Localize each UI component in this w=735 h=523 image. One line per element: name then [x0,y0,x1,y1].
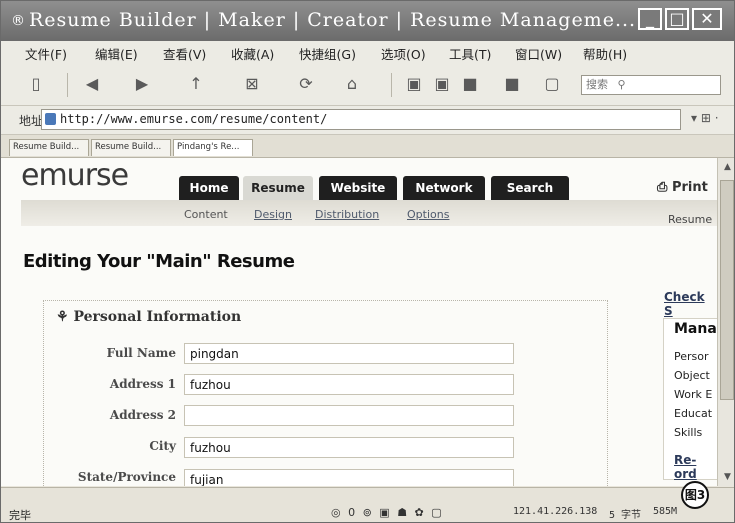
status-memory: 585M [653,506,678,517]
search-input[interactable]: 搜索 ⚲ [581,75,721,95]
section-item-skills[interactable]: Skills [674,426,702,439]
menu-options[interactable]: 选项(O) [381,44,426,63]
status-bar: 完毕 ◎ 0 ⊚ ▣ ☗ ✿ ▢ 121.41.226.138 5 字节 585… [1,487,734,522]
maximize-button[interactable]: □ [665,8,689,30]
person-icon: ⚘ [56,309,69,325]
menu-edit[interactable]: 编辑(E) [95,44,138,63]
vertical-scrollbar[interactable]: ▲ ▼ [717,158,734,486]
home-icon[interactable]: ⌂ [341,73,363,95]
section-title: ⚘ Personal Information [56,309,241,325]
search-label: 搜索 [586,78,608,91]
address2-input[interactable] [184,405,514,426]
tab-resume-builder-1[interactable]: Resume Build... [9,139,89,156]
city-label: City [149,439,176,453]
nav-network[interactable]: Network [403,176,485,200]
minimize-button[interactable]: _ [638,8,662,30]
address1-input[interactable]: fuzhou [184,374,514,395]
forward-icon[interactable]: ▶ [131,73,153,95]
title-bar: ® Resume Builder | Maker | Creator | Res… [1,1,734,41]
subnav-options[interactable]: Options [407,208,449,221]
back-icon[interactable]: ◀ [81,73,103,95]
toolbar-divider [391,73,392,97]
close-button[interactable]: ✕ [692,8,722,30]
address2-label: Address 2 [109,408,176,422]
printer-icon: ⎙ [657,180,668,195]
print-icon[interactable]: ■ [501,73,523,95]
nav-home[interactable]: Home [179,176,239,200]
subnav-design[interactable]: Design [254,208,292,221]
subnav-content[interactable]: Content [184,208,228,221]
section-item-personal[interactable]: Persor [674,350,709,363]
tab-pindang-resume[interactable]: Pindang's Re... [173,139,253,156]
tab-bar: Resume Build... Resume Build... Pindang'… [1,135,734,158]
nav-search[interactable]: Search [491,176,569,200]
print-label: Print [671,180,708,195]
section-title-text: Personal Information [73,309,242,325]
window-title: Resume Builder | Maker | Creator | Resum… [29,9,637,31]
scroll-thumb[interactable] [720,180,734,400]
new-page-icon[interactable]: ▯ [25,73,47,95]
status-icons[interactable]: ◎ 0 ⊚ ▣ ☗ ✿ ▢ [331,506,444,519]
check-spelling-link[interactable]: Check S [664,290,717,318]
status-bytes: 5 字节 [609,510,642,521]
window-icon[interactable]: ▢ [541,73,563,95]
nav-resume[interactable]: Resume [243,176,313,200]
nav-website[interactable]: Website [319,176,397,200]
page-content: emurse Home Resume Website Network Searc… [1,158,717,486]
emurse-logo[interactable]: emurse [21,158,129,193]
city-input[interactable]: fuzhou [184,437,514,458]
save-icon[interactable]: ■ [459,73,481,95]
state-input[interactable]: fujian [184,469,514,486]
menu-file[interactable]: 文件(F) [25,44,67,63]
go-icon[interactable]: ▾ ⊞ · [691,111,719,125]
scroll-up-icon[interactable]: ▲ [718,158,734,176]
search-icon[interactable]: ⚲ [618,78,626,91]
address-bar: 地址 http://www.emurse.com/resume/content/… [1,106,734,135]
up-icon[interactable]: ↑ [185,73,207,95]
address-url: http://www.emurse.com/resume/content/ [60,112,328,126]
print-link[interactable]: ⎙ Print [657,180,708,195]
toolbar-divider [67,73,68,97]
figure-badge: 图3 [681,481,709,509]
tab-resume-builder-2[interactable]: Resume Build... [91,139,171,156]
address1-label: Address 1 [109,377,176,391]
section-item-work[interactable]: Work E [674,388,712,401]
menu-favorites[interactable]: 收藏(A) [231,44,274,63]
menu-bar: 文件(F) 编辑(E) 查看(V) 收藏(A) 快捷组(G) 选项(O) 工具(… [1,41,734,66]
resume-link[interactable]: Resume [668,213,712,226]
toolbar: ▯ ◀ ▶ ↑ ⊠ ⟳ ⌂ ▣ ▣ ■ ■ ▢ 搜索 ⚲ [1,65,734,106]
stop-icon[interactable]: ⊠ [241,73,263,95]
state-label: State/Province [77,470,176,484]
scroll-down-icon[interactable]: ▼ [718,468,734,486]
menu-window[interactable]: 窗口(W) [515,44,562,63]
full-name-input[interactable]: pingdan [184,343,514,364]
favorites-icon[interactable]: ▣ [403,73,425,95]
browser-window: ® Resume Builder | Maker | Creator | Res… [0,0,735,523]
menu-view[interactable]: 查看(V) [163,44,206,63]
subnav-distribution[interactable]: Distribution [315,208,379,221]
section-item-education[interactable]: Educat [674,407,712,420]
refresh-icon[interactable]: ⟳ [295,73,317,95]
full-name-label: Full Name [106,346,176,360]
menu-groups[interactable]: 快捷组(G) [299,44,356,63]
page-icon [45,113,56,125]
menu-help[interactable]: 帮助(H) [583,44,627,63]
app-icon: ® [11,13,25,29]
history-icon[interactable]: ▣ [431,73,453,95]
address-label: 地址 [19,114,44,128]
section-item-objective[interactable]: Object [674,369,710,382]
menu-tools[interactable]: 工具(T) [449,44,491,63]
status-text: 完毕 [9,509,31,522]
reorder-link[interactable]: Re-ord [674,453,717,481]
address-input[interactable]: http://www.emurse.com/resume/content/ [41,109,681,130]
status-ip: 121.41.226.138 [513,506,598,517]
manage-title: Mana [674,321,717,337]
page-title: Editing Your "Main" Resume [23,251,295,272]
